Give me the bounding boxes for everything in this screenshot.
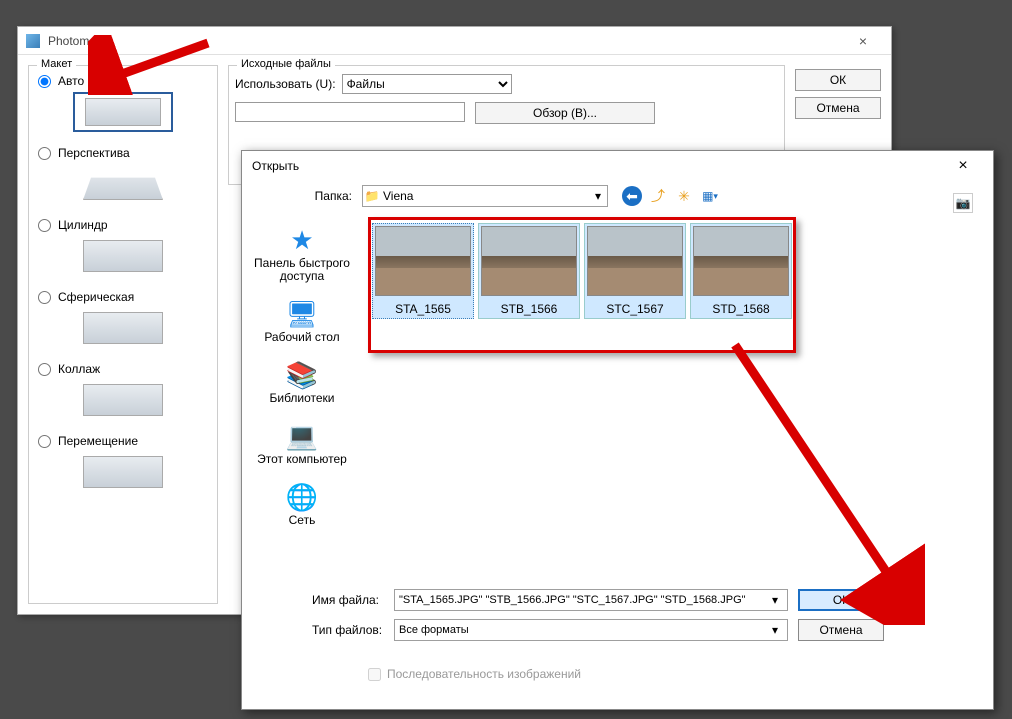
layout-option-spherical[interactable]: Сферическая xyxy=(35,290,211,356)
radio-cylinder[interactable] xyxy=(38,219,51,232)
place-quick-label: Панель быстрого доступа xyxy=(242,257,362,283)
open-titlebar: Открыть × xyxy=(242,151,993,181)
files-area[interactable]: STA_1565 STB_1566 STC_1567 STD_1568 xyxy=(362,213,993,583)
filename-value: "STA_1565.JPG" "STB_1566.JPG" "STC_1567.… xyxy=(399,594,767,606)
open-ok-button[interactable]: ОК xyxy=(798,589,884,611)
open-title: Открыть xyxy=(252,159,943,173)
thumb-preview xyxy=(375,226,471,296)
open-cancel-button[interactable]: Отмена xyxy=(798,619,884,641)
place-desktop-label: Рабочий стол xyxy=(264,331,339,344)
pm-cancel-button[interactable]: Отмена xyxy=(795,97,881,119)
layout-option-auto[interactable]: Авто xyxy=(35,74,211,140)
folder-select[interactable]: 📁 Viena ▾ xyxy=(362,185,608,207)
combo-dropdown-icon: ▾ xyxy=(767,593,783,607)
filetype-label: Тип файлов: xyxy=(312,623,384,637)
folder-label: Папка: xyxy=(312,189,352,203)
filetype-combo[interactable]: Все форматы ▾ xyxy=(394,619,788,641)
combo-dropdown-icon: ▾ xyxy=(767,623,783,637)
file-thumb[interactable]: STC_1567 xyxy=(584,223,686,319)
thumb-cylinder xyxy=(73,236,173,276)
photomerge-app-icon xyxy=(26,34,40,48)
up-folder-icon[interactable]: ⤴ xyxy=(648,186,668,206)
place-quick-access[interactable]: ★ Панель быстрого доступа xyxy=(242,219,362,289)
label-collage: Коллаж xyxy=(58,362,100,376)
thumb-collage xyxy=(73,380,173,420)
toolbar-icons: ⬅ ⤴ ✳ ▦▾ xyxy=(622,186,720,206)
place-network-label: Сеть xyxy=(289,514,316,527)
thumb-spherical xyxy=(73,308,173,348)
back-icon[interactable]: ⬅ xyxy=(622,186,642,206)
view-menu-icon[interactable]: ▦▾ xyxy=(700,186,720,206)
place-thispc[interactable]: 💻 Этот компьютер xyxy=(242,415,362,472)
use-select[interactable]: Файлы xyxy=(342,74,512,94)
thumb-caption: STC_1567 xyxy=(606,302,663,316)
photomerge-titlebar: Photomerge × xyxy=(18,27,891,55)
star-icon: ★ xyxy=(284,225,320,255)
thumb-caption: STD_1568 xyxy=(712,302,769,316)
layout-option-perspective[interactable]: Перспектива xyxy=(35,146,211,212)
folder-dropdown-icon: ▾ xyxy=(589,189,607,203)
desktop-icon: 🖥 xyxy=(284,299,320,329)
place-libraries-label: Библиотеки xyxy=(269,392,334,405)
place-network[interactable]: 🌐 Сеть xyxy=(242,476,362,533)
sequence-checkbox xyxy=(368,668,381,681)
place-libraries[interactable]: 📚 Библиотеки xyxy=(242,354,362,411)
thumb-auto xyxy=(73,92,173,132)
libraries-icon: 📚 xyxy=(284,360,320,390)
layout-option-reposition[interactable]: Перемещение xyxy=(35,434,211,500)
folder-icon: 📁 xyxy=(363,189,381,203)
thumb-preview xyxy=(481,226,577,296)
layout-option-cylinder[interactable]: Цилиндр xyxy=(35,218,211,284)
network-icon: 🌐 xyxy=(284,482,320,512)
filename-combo[interactable]: "STA_1565.JPG" "STB_1566.JPG" "STC_1567.… xyxy=(394,589,788,611)
place-desktop[interactable]: 🖥 Рабочий стол xyxy=(242,293,362,350)
open-toolbar: Папка: 📁 Viena ▾ ⬅ ⤴ ✳ ▦▾ xyxy=(242,181,993,213)
open-close-button[interactable]: × xyxy=(943,157,983,175)
new-folder-icon[interactable]: ✳ xyxy=(674,186,694,206)
filename-label: Имя файла: xyxy=(312,593,384,607)
file-thumb[interactable]: STB_1566 xyxy=(478,223,580,319)
use-label: Использовать (U): xyxy=(235,77,336,91)
browse-button[interactable]: Обзор (B)... xyxy=(475,102,655,124)
sources-legend: Исходные файлы xyxy=(237,58,335,70)
layout-legend: Макет xyxy=(37,58,76,70)
open-window: Открыть × Папка: 📁 Viena ▾ ⬅ ⤴ ✳ ▦▾ 📷 ★ … xyxy=(241,150,994,710)
filetype-value: Все форматы xyxy=(399,624,767,636)
radio-spherical[interactable] xyxy=(38,291,51,304)
sequence-label: Последовательность изображений xyxy=(387,667,581,681)
thumbs-row: STA_1565 STB_1566 STC_1567 STD_1568 xyxy=(368,219,987,319)
thumb-preview xyxy=(693,226,789,296)
layout-fieldset: Макет Авто Перспектива Цилиндр Сферическ… xyxy=(28,65,218,604)
file-thumb[interactable]: STA_1565 xyxy=(372,223,474,319)
label-spherical: Сферическая xyxy=(58,290,134,304)
favorite-star-icon[interactable]: 📷 xyxy=(953,193,973,213)
layout-option-collage[interactable]: Коллаж xyxy=(35,362,211,428)
file-list[interactable] xyxy=(235,102,465,122)
label-reposition: Перемещение xyxy=(58,434,138,448)
place-thispc-label: Этот компьютер xyxy=(257,453,347,466)
label-auto: Авто xyxy=(58,74,84,88)
thumb-perspective xyxy=(73,164,173,204)
pc-icon: 💻 xyxy=(284,421,320,451)
photomerge-title: Photomerge xyxy=(48,34,843,48)
open-footer: Имя файла: "STA_1565.JPG" "STB_1566.JPG"… xyxy=(242,583,993,691)
radio-perspective[interactable] xyxy=(38,147,51,160)
label-perspective: Перспектива xyxy=(58,146,130,160)
folder-name: Viena xyxy=(381,189,589,203)
places-sidebar: ★ Панель быстрого доступа 🖥 Рабочий стол… xyxy=(242,213,362,583)
file-thumb[interactable]: STD_1568 xyxy=(690,223,792,319)
radio-reposition[interactable] xyxy=(38,435,51,448)
thumb-caption: STB_1566 xyxy=(501,302,558,316)
pm-ok-button[interactable]: ОК xyxy=(795,69,881,91)
radio-collage[interactable] xyxy=(38,363,51,376)
open-body: ★ Панель быстрого доступа 🖥 Рабочий стол… xyxy=(242,213,993,583)
thumb-preview xyxy=(587,226,683,296)
thumb-caption: STA_1565 xyxy=(395,302,451,316)
label-cylinder: Цилиндр xyxy=(58,218,108,232)
photomerge-close-button[interactable]: × xyxy=(843,33,883,49)
radio-auto[interactable] xyxy=(38,75,51,88)
thumb-reposition xyxy=(73,452,173,492)
